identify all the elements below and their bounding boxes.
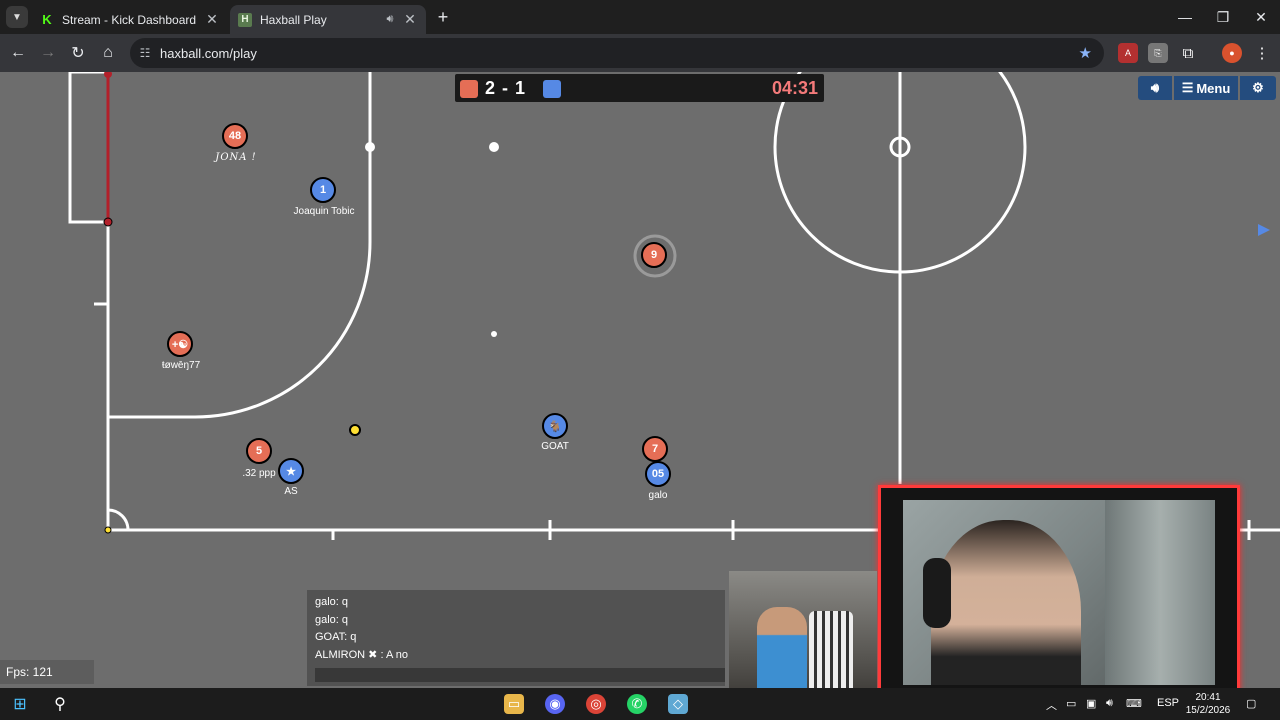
home-button[interactable]: ⌂: [96, 41, 120, 65]
player-number: 9: [650, 249, 658, 261]
settings-button[interactable]: ⚙: [1240, 76, 1276, 100]
player-disc: ★: [278, 458, 304, 484]
chat-message: ALMIRON ✖ : A no: [315, 648, 408, 661]
windows-taskbar: ⊞ ⚲ ▭ ◉ ◎ ✆ ◇ ︿ ▭ ▣ 🔊︎ ⌨ ESP 20:41 15/2/…: [0, 688, 1280, 720]
player-name: ŧøwēŋ77: [161, 360, 201, 371]
player-disc: +☯: [167, 331, 193, 357]
player-disc: 48: [222, 123, 248, 149]
player-name: Joaquin Tobic: [293, 206, 355, 217]
player-name: JONA !: [215, 152, 257, 163]
app-icon[interactable]: ◇: [668, 694, 688, 714]
player-name: AS: [284, 486, 298, 497]
chrome-icon[interactable]: ◎: [586, 694, 606, 714]
close-icon[interactable]: ✕: [204, 11, 220, 28]
player-disc: 05: [645, 461, 671, 487]
volume-icon[interactable]: 🔊︎: [1106, 697, 1113, 710]
menu-button[interactable]: ☰ Menu: [1174, 76, 1238, 100]
chat-message: GOAT: q: [315, 631, 357, 643]
player-number: 7: [651, 443, 659, 455]
language-indicator[interactable]: ESP: [1157, 697, 1179, 709]
restore-button[interactable]: ❐: [1204, 0, 1242, 34]
chat-input[interactable]: [315, 668, 725, 682]
discord-icon[interactable]: ◉: [545, 694, 565, 714]
new-tab-button[interactable]: +: [432, 6, 454, 28]
player-disc: 7: [642, 436, 668, 462]
url-text: haxball.com/play: [160, 45, 257, 61]
webcam-overlay: [878, 485, 1240, 688]
player-disc: 1: [310, 177, 336, 203]
curtain-background: [1105, 500, 1215, 685]
back-button[interactable]: ←: [6, 41, 30, 65]
speaker-icon[interactable]: 🔊︎: [382, 13, 398, 26]
player-number: +☯: [171, 338, 189, 351]
tab-haxball-play[interactable]: H Haxball Play 🔊︎ ✕: [230, 5, 426, 34]
sound-toggle-button[interactable]: 🔊︎: [1138, 76, 1172, 100]
match-timer: 04:31: [771, 78, 818, 98]
tab-search-button[interactable]: ▼: [6, 6, 28, 28]
reload-button[interactable]: ↻: [66, 41, 90, 65]
tray-icon[interactable]: ▭: [1066, 697, 1076, 710]
chat-message: galo: q: [315, 596, 349, 608]
extension-icon[interactable]: ⎘: [1148, 43, 1168, 63]
notification-icon[interactable]: ▢: [1246, 697, 1256, 710]
score-text: 2 - 1: [485, 78, 527, 98]
tab-kick-dashboard[interactable]: K Stream - Kick Dashboard ✕: [32, 5, 228, 34]
player-number: 05: [651, 468, 665, 480]
kebab-menu-icon[interactable]: ⋮: [1252, 43, 1272, 63]
close-icon[interactable]: ✕: [402, 11, 418, 28]
streamer-image: [931, 520, 1081, 685]
site-info-icon[interactable]: ☷: [130, 46, 160, 60]
search-icon[interactable]: ⚲: [50, 694, 70, 714]
clock-date: 15/2/2026: [1185, 705, 1231, 716]
tray-icon[interactable]: ▣: [1086, 697, 1096, 710]
keyboard-icon[interactable]: ⌨: [1126, 697, 1142, 710]
chat-panel: galo: q galo: q GOAT: q ALMIRON ✖ : A no: [307, 590, 725, 686]
extension-icon[interactable]: A: [1118, 43, 1138, 63]
kick-icon: K: [40, 12, 54, 27]
hamburger-icon: ☰: [1181, 80, 1194, 95]
blue-team-color: [543, 80, 561, 98]
player-name: .32 ppp: [242, 468, 276, 479]
player-number: 5: [255, 445, 263, 457]
tab-strip: ▼ K Stream - Kick Dashboard ✕ H Haxball …: [0, 0, 1280, 34]
player-disc: 🐐: [542, 413, 568, 439]
gear-icon: ⚙: [1252, 80, 1264, 95]
player-number: 🐐: [548, 420, 562, 433]
red-team-color: [460, 80, 478, 98]
ball: [349, 424, 361, 436]
file-explorer-icon[interactable]: ▭: [504, 694, 524, 714]
forward-button[interactable]: →: [36, 41, 60, 65]
windows-start-icon[interactable]: ⊞: [10, 694, 30, 714]
browser-toolbar: ← → ↻ ⌂ ☷ haxball.com/play ★ A ⎘ ⧉ ● ⋮: [0, 34, 1280, 72]
webcam-video: [903, 500, 1215, 685]
puzzle-icon[interactable]: ⧉: [1178, 43, 1198, 63]
fps-counter: Fps: 121: [0, 660, 94, 684]
clock-time: 20:41: [1195, 692, 1221, 703]
menu-label: Menu: [1196, 80, 1231, 96]
scoreboard: 2 - 1 04:31: [455, 74, 824, 102]
bookmark-star-icon[interactable]: ★: [1079, 44, 1092, 62]
chevron-up-icon[interactable]: ︿: [1046, 697, 1057, 713]
tab-title: Haxball Play: [260, 12, 327, 27]
player-name: galo: [648, 490, 668, 501]
close-window-button[interactable]: ✕: [1242, 0, 1280, 34]
whatsapp-icon[interactable]: ✆: [627, 694, 647, 714]
player-number: 1: [319, 184, 327, 196]
player-number: ★: [286, 465, 296, 478]
speaker-icon: 🔊︎: [1150, 80, 1160, 95]
player-name: GOAT: [541, 441, 569, 452]
player-number: 48: [228, 130, 242, 142]
headset-image: [923, 558, 951, 628]
taskbar-clock[interactable]: 20:41 15/2/2026: [1183, 691, 1233, 717]
player-disc: 5: [246, 438, 272, 464]
address-bar[interactable]: ☷ haxball.com/play ★: [130, 38, 1104, 68]
chat-message: galo: q: [315, 613, 349, 626]
profile-avatar[interactable]: ●: [1222, 43, 1242, 63]
player-disc: 9: [641, 242, 667, 268]
haxball-game-canvas[interactable]: 2 - 1 04:31 🔊︎ ☰ Menu ⚙ 48 JONA ! 1 Joaq…: [0, 72, 1280, 688]
tab-title: Stream - Kick Dashboard: [62, 12, 197, 27]
haxball-icon: H: [238, 12, 252, 27]
minimize-button[interactable]: —: [1166, 0, 1204, 34]
